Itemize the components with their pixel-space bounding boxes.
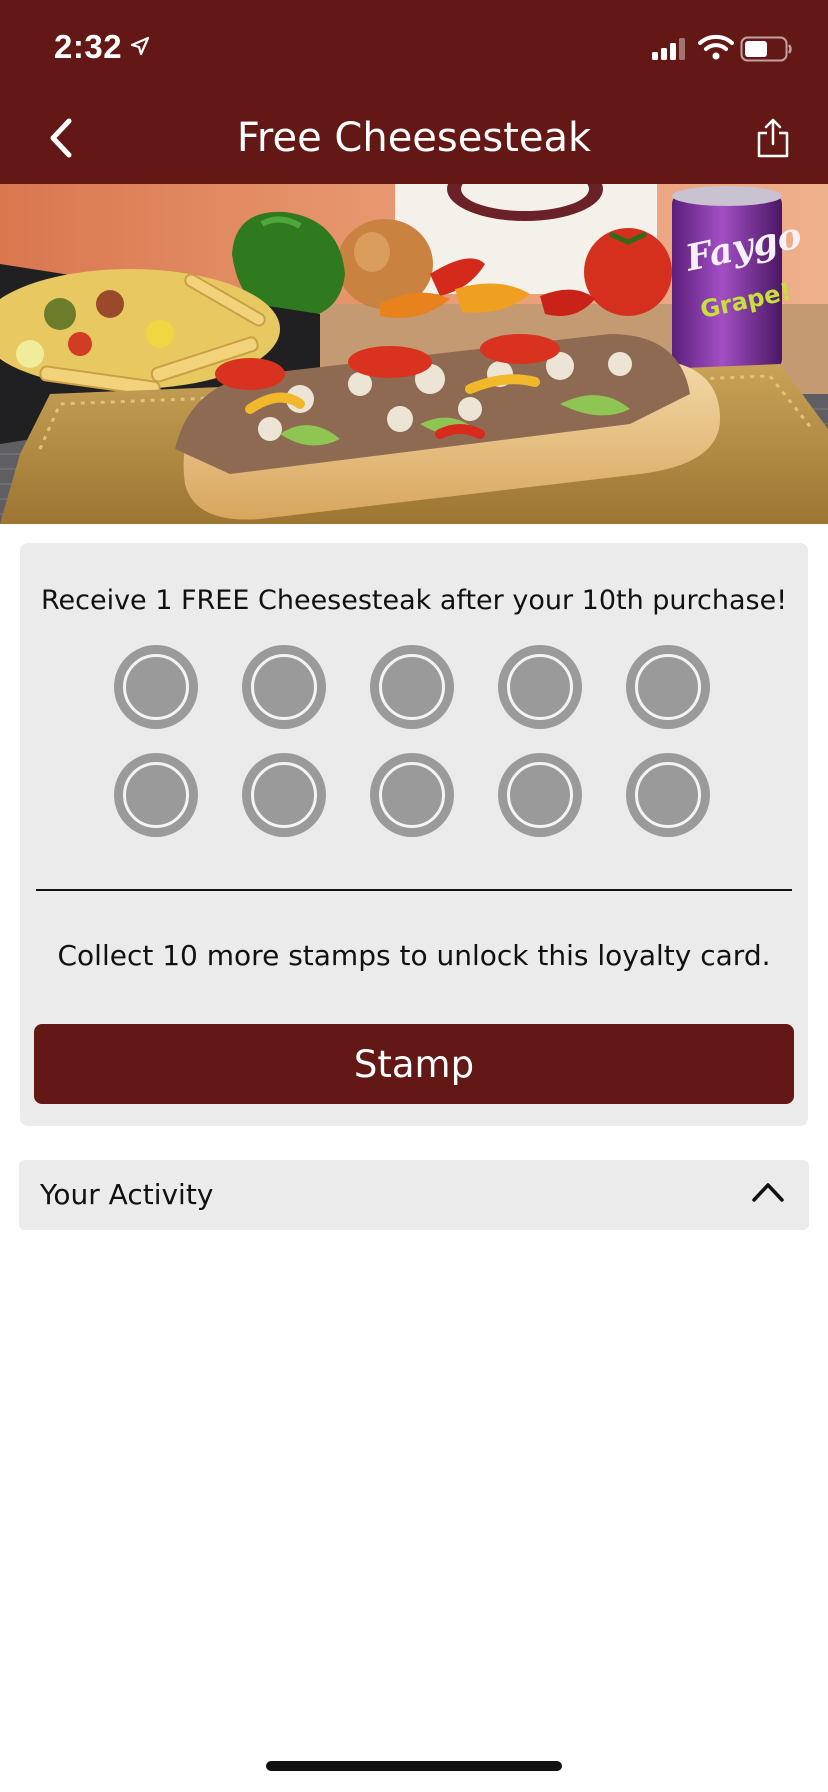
stamp-slot bbox=[242, 753, 326, 837]
collect-message: Collect 10 more stamps to unlock this lo… bbox=[57, 939, 771, 972]
chevron-up-icon bbox=[752, 1183, 784, 1202]
status-bar: 2:32 bbox=[0, 0, 828, 92]
stamp-grid bbox=[114, 645, 724, 837]
stamp-slot bbox=[370, 645, 454, 729]
loyalty-description: Receive 1 FREE Cheesesteak after your 10… bbox=[40, 585, 788, 616]
battery-icon bbox=[740, 36, 792, 62]
page-title: Free Cheesesteak bbox=[236, 115, 592, 161]
activity-label: Your Activity bbox=[40, 1178, 214, 1211]
nav-bar: Free Cheesesteak bbox=[0, 92, 828, 184]
stamp-slot bbox=[114, 645, 198, 729]
chevron-left-icon bbox=[50, 118, 72, 158]
stamp-button[interactable]: Stamp bbox=[34, 1024, 794, 1104]
stamp-slot bbox=[626, 645, 710, 729]
stamp-slot bbox=[626, 753, 710, 837]
cellular-signal-icon bbox=[652, 38, 685, 60]
stamp-slot bbox=[114, 753, 198, 837]
wifi-icon bbox=[698, 34, 734, 60]
home-indicator bbox=[266, 1761, 562, 1771]
activity-toggle[interactable]: Your Activity bbox=[19, 1160, 809, 1230]
share-icon bbox=[757, 118, 789, 158]
stamp-slot bbox=[242, 645, 326, 729]
share-button[interactable] bbox=[748, 110, 798, 166]
stamp-slot bbox=[498, 645, 582, 729]
hero-image: Faygo Grape! bbox=[0, 184, 828, 524]
back-button[interactable] bbox=[36, 112, 86, 164]
stamp-slot bbox=[370, 753, 454, 837]
stamp-slot bbox=[498, 753, 582, 837]
status-time: 2:32 bbox=[54, 28, 123, 65]
divider bbox=[36, 889, 792, 891]
cheesesteak-photo: Faygo Grape! bbox=[0, 184, 828, 524]
loyalty-card: Receive 1 FREE Cheesesteak after your 10… bbox=[20, 543, 808, 1126]
location-arrow-icon bbox=[130, 36, 150, 56]
